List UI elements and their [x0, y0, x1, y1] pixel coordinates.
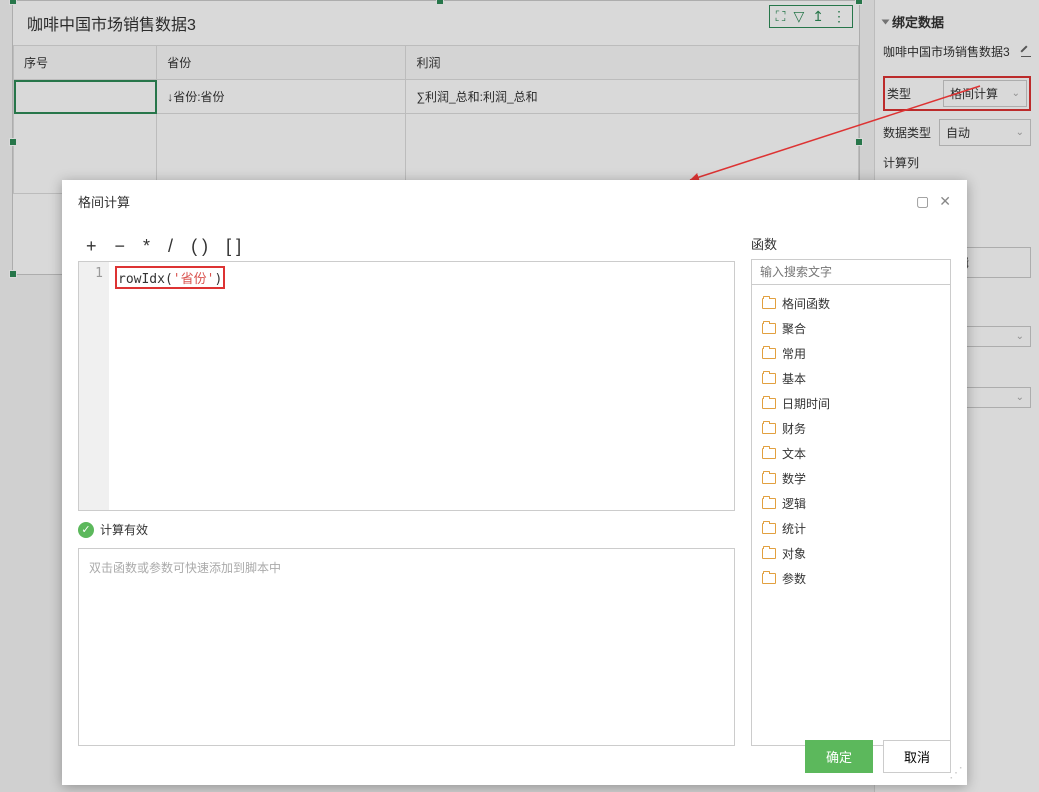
- folder-icon: [762, 473, 776, 484]
- function-category-label: 文本: [782, 445, 806, 462]
- function-category[interactable]: 参数: [756, 566, 946, 591]
- cancel-button[interactable]: 取消: [883, 740, 951, 773]
- code-editor[interactable]: 1 rowIdx('省份'): [78, 261, 735, 511]
- validation-status: ✓ 计算有效: [78, 511, 735, 548]
- function-category-label: 逻辑: [782, 495, 806, 512]
- function-category-label: 参数: [782, 570, 806, 587]
- function-category-label: 财务: [782, 420, 806, 437]
- function-category-label: 格间函数: [782, 295, 830, 312]
- op-div[interactable]: /: [168, 236, 173, 257]
- function-category[interactable]: 常用: [756, 341, 946, 366]
- function-category-label: 数学: [782, 470, 806, 487]
- op-bracket[interactable]: [ ]: [226, 236, 241, 257]
- modal-title: 格间计算: [78, 192, 130, 211]
- function-category[interactable]: 统计: [756, 516, 946, 541]
- function-category-label: 对象: [782, 545, 806, 562]
- folder-icon: [762, 373, 776, 384]
- function-category-label: 基本: [782, 370, 806, 387]
- op-plus[interactable]: +: [86, 236, 97, 257]
- function-category[interactable]: 财务: [756, 416, 946, 441]
- ok-button[interactable]: 确定: [805, 740, 873, 773]
- function-label: 函数: [751, 232, 951, 259]
- folder-icon: [762, 498, 776, 509]
- folder-icon: [762, 323, 776, 334]
- function-category[interactable]: 对象: [756, 541, 946, 566]
- function-category[interactable]: 数学: [756, 466, 946, 491]
- function-category[interactable]: 基本: [756, 366, 946, 391]
- function-pane: 函数 格间函数聚合常用基本日期时间财务文本数学逻辑统计对象参数: [751, 232, 951, 746]
- folder-icon: [762, 448, 776, 459]
- line-gutter: 1: [79, 262, 109, 510]
- function-category[interactable]: 文本: [756, 441, 946, 466]
- maximize-icon[interactable]: ▢: [916, 193, 929, 210]
- function-category-label: 统计: [782, 520, 806, 537]
- resize-grip-icon[interactable]: ⋰: [949, 764, 963, 781]
- operator-bar: + − * / ( ) [ ]: [78, 232, 735, 261]
- function-search-input[interactable]: [751, 259, 951, 285]
- folder-icon: [762, 573, 776, 584]
- help-box: 双击函数或参数可快速添加到脚本中: [78, 548, 735, 746]
- folder-icon: [762, 523, 776, 534]
- function-list: 格间函数聚合常用基本日期时间财务文本数学逻辑统计对象参数: [751, 285, 951, 746]
- check-icon: ✓: [78, 522, 94, 538]
- function-category-label: 常用: [782, 345, 806, 362]
- op-paren[interactable]: ( ): [191, 236, 208, 257]
- folder-icon: [762, 398, 776, 409]
- editor-pane: + − * / ( ) [ ] 1 rowIdx('省份') ✓ 计算有效 双击…: [78, 232, 735, 746]
- function-category-label: 日期时间: [782, 395, 830, 412]
- op-mult[interactable]: *: [143, 236, 150, 257]
- folder-icon: [762, 423, 776, 434]
- calc-modal: 格间计算 ▢ ✕ + − * / ( ) [ ] 1 rowIdx('省份'): [62, 180, 967, 785]
- function-category[interactable]: 逻辑: [756, 491, 946, 516]
- op-minus[interactable]: −: [115, 236, 126, 257]
- close-icon[interactable]: ✕: [939, 193, 951, 210]
- function-category[interactable]: 格间函数: [756, 291, 946, 316]
- folder-icon: [762, 548, 776, 559]
- folder-icon: [762, 298, 776, 309]
- folder-icon: [762, 348, 776, 359]
- function-category[interactable]: 聚合: [756, 316, 946, 341]
- function-category[interactable]: 日期时间: [756, 391, 946, 416]
- function-category-label: 聚合: [782, 320, 806, 337]
